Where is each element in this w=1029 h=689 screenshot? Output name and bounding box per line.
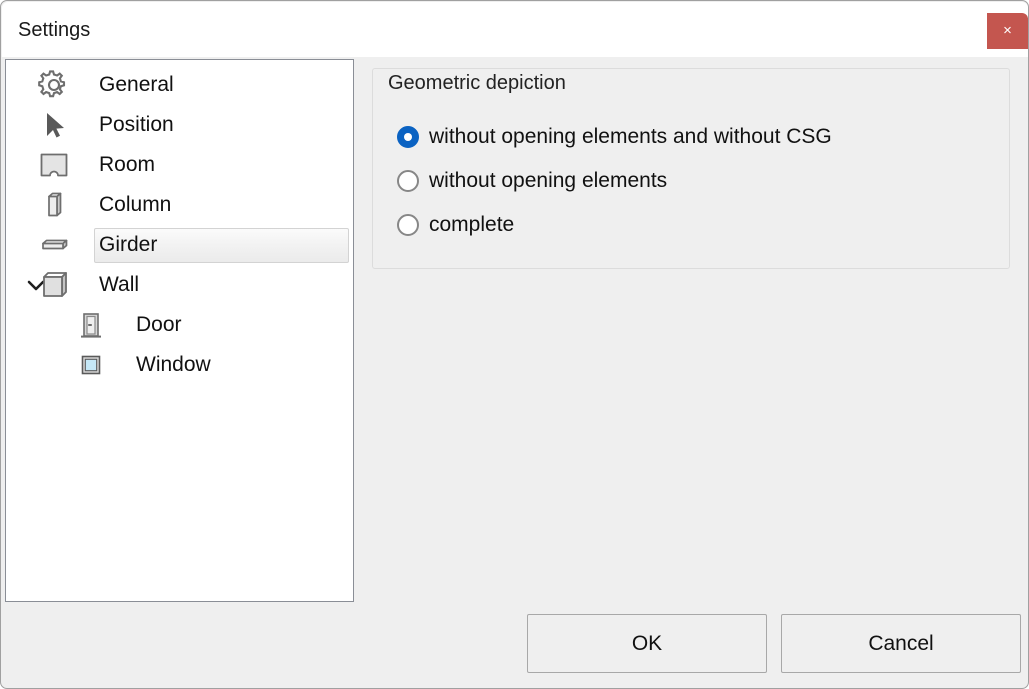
ok-button[interactable]: OK (527, 614, 767, 673)
radio-button-icon[interactable] (397, 170, 419, 192)
sidebar-item-wall[interactable]: Wall (6, 265, 353, 305)
radio-option-label: without opening elements and without CSG (429, 125, 832, 148)
settings-dialog: Settings × General Position Room Column Gird… (0, 0, 1029, 689)
sidebar-item-window[interactable]: Window (6, 345, 353, 385)
room-icon (34, 145, 74, 185)
sidebar-item-door[interactable]: Door (6, 305, 353, 345)
door-icon (71, 305, 111, 345)
page-title: Settings (18, 19, 91, 41)
radio-button-icon[interactable] (397, 126, 419, 148)
sidebar-item-label: Wall (99, 273, 140, 296)
settings-tree[interactable]: General Position Room Column Girder Wall Door W… (5, 59, 354, 602)
column-icon (34, 185, 74, 225)
sidebar-item-label: Room (99, 153, 156, 176)
sidebar-item-label: Column (99, 193, 172, 216)
close-button[interactable]: × (987, 13, 1028, 49)
sidebar-item-label: Window (136, 353, 211, 376)
sidebar-item-room[interactable]: Room (6, 145, 353, 185)
sidebar-item-position[interactable]: Position (6, 105, 353, 145)
sidebar-item-general[interactable]: General (6, 65, 353, 105)
cursor-arrow-icon (34, 105, 74, 145)
gear-icon (34, 65, 74, 105)
girder-icon (34, 225, 74, 265)
sidebar-item-girder[interactable]: Girder (6, 225, 353, 265)
title-bar: Settings × (2, 2, 1028, 57)
window-icon (71, 345, 111, 385)
radio-option-label: complete (429, 213, 515, 236)
cancel-button[interactable]: Cancel (781, 614, 1021, 673)
radio-option-label: without opening elements (429, 169, 668, 192)
sidebar-item-column[interactable]: Column (6, 185, 353, 225)
sidebar-item-label: General (99, 73, 174, 96)
close-icon: × (1003, 22, 1012, 39)
wall-icon (34, 265, 74, 305)
sidebar-item-label: Girder (99, 233, 158, 256)
sidebar-item-label: Position (99, 113, 174, 136)
group-title: Geometric depiction (382, 71, 572, 95)
radio-button-icon[interactable] (397, 214, 419, 236)
sidebar-item-label: Door (136, 313, 182, 336)
